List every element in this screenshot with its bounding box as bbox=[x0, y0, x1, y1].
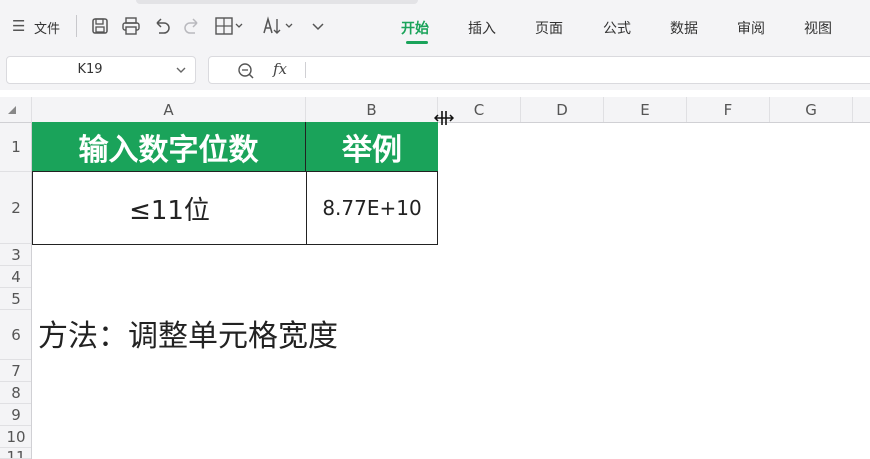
tab-review[interactable]: 审阅 bbox=[737, 18, 765, 38]
cell-a1[interactable]: 输入数字位数 bbox=[32, 122, 306, 172]
tab-view[interactable]: 视图 bbox=[804, 18, 832, 38]
column-header-g[interactable]: G bbox=[770, 97, 853, 123]
row-header-2[interactable]: 2 bbox=[0, 172, 32, 244]
column-header-a[interactable]: A bbox=[32, 97, 306, 123]
toolbar-divider bbox=[76, 15, 77, 37]
print-icon[interactable] bbox=[121, 17, 141, 39]
row-header-5[interactable]: 5 bbox=[0, 288, 32, 310]
border-icon[interactable] bbox=[214, 16, 244, 40]
cell-b2[interactable]: 8.77E+10 bbox=[306, 171, 438, 245]
row-header-7[interactable]: 7 bbox=[0, 360, 32, 382]
row-header-1[interactable]: 1 bbox=[0, 123, 32, 172]
fx-icon[interactable]: fx bbox=[273, 60, 287, 78]
name-box[interactable]: K19 bbox=[6, 56, 196, 84]
row-header-8[interactable]: 8 bbox=[0, 382, 32, 404]
tab-data[interactable]: 数据 bbox=[670, 18, 698, 38]
zoom-icon[interactable] bbox=[236, 61, 256, 85]
select-all-corner[interactable] bbox=[0, 97, 32, 123]
cell-a2[interactable]: ≤11位 bbox=[32, 171, 307, 245]
active-tab-indicator bbox=[406, 41, 428, 44]
row-header-10[interactable]: 10 bbox=[0, 426, 32, 448]
title-tab-strip bbox=[136, 0, 418, 4]
column-header-e[interactable]: E bbox=[604, 97, 687, 123]
row-header-4[interactable]: 4 bbox=[0, 266, 32, 288]
row-header-11[interactable]: 11 bbox=[0, 448, 32, 459]
name-box-value: K19 bbox=[77, 62, 103, 77]
tab-page[interactable]: 页面 bbox=[535, 18, 563, 38]
tab-formulas[interactable]: 公式 bbox=[603, 18, 631, 38]
formula-input[interactable]: fx bbox=[208, 56, 870, 84]
undo-icon[interactable] bbox=[153, 17, 171, 39]
column-header-d[interactable]: D bbox=[521, 97, 604, 123]
cell-b1[interactable]: 举例 bbox=[306, 122, 438, 172]
save-icon[interactable] bbox=[91, 17, 109, 39]
column-header-h[interactable] bbox=[853, 97, 870, 123]
method-note: 方法：调整单元格宽度 bbox=[38, 319, 338, 354]
sort-icon[interactable] bbox=[261, 16, 295, 40]
row-header-6[interactable]: 6 bbox=[0, 310, 32, 360]
formula-divider bbox=[305, 62, 306, 78]
chevron-down-icon[interactable] bbox=[175, 60, 187, 83]
row-header-3[interactable]: 3 bbox=[0, 244, 32, 266]
tab-insert[interactable]: 插入 bbox=[468, 18, 496, 38]
file-menu[interactable]: 文件 bbox=[34, 18, 60, 37]
column-header-f[interactable]: F bbox=[687, 97, 770, 123]
tab-home[interactable]: 开始 bbox=[401, 18, 429, 38]
column-resize-cursor-icon bbox=[433, 110, 455, 129]
more-icon[interactable] bbox=[310, 17, 326, 39]
select-all-triangle-icon bbox=[8, 106, 16, 114]
row-header-9[interactable]: 9 bbox=[0, 404, 32, 426]
redo-icon[interactable] bbox=[183, 17, 201, 39]
column-header-b[interactable]: B bbox=[306, 97, 438, 123]
menu-icon[interactable]: ☰ bbox=[12, 17, 25, 35]
